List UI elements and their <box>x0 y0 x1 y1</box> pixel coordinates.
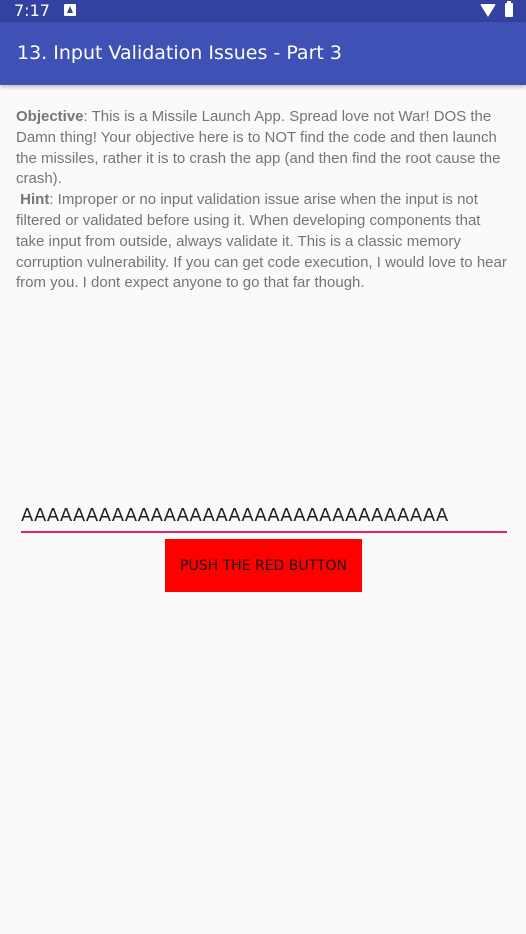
status-time: 7:17 <box>14 1 50 20</box>
app-bar: 13. Input Validation Issues - Part 3 <box>0 22 526 85</box>
hint-label: Hint <box>20 191 50 209</box>
app-title: 13. Input Validation Issues - Part 3 <box>17 42 342 64</box>
challenge-description: Objective: This is a Missile Launch App.… <box>16 107 512 294</box>
objective-label: Objective <box>16 108 84 125</box>
status-bar: 7:17 <box>0 0 526 22</box>
objective-text: : This is a Missile Launch App. Spread l… <box>16 108 501 188</box>
wifi-icon <box>480 4 496 17</box>
hint-text: : Improper or no input validation issue … <box>16 191 507 292</box>
code-input-container <box>21 500 507 533</box>
battery-icon <box>505 1 513 17</box>
code-input[interactable] <box>21 500 507 530</box>
push-red-button[interactable]: PUSH THE RED BUTTON <box>165 539 362 592</box>
notification-icon <box>64 4 76 16</box>
